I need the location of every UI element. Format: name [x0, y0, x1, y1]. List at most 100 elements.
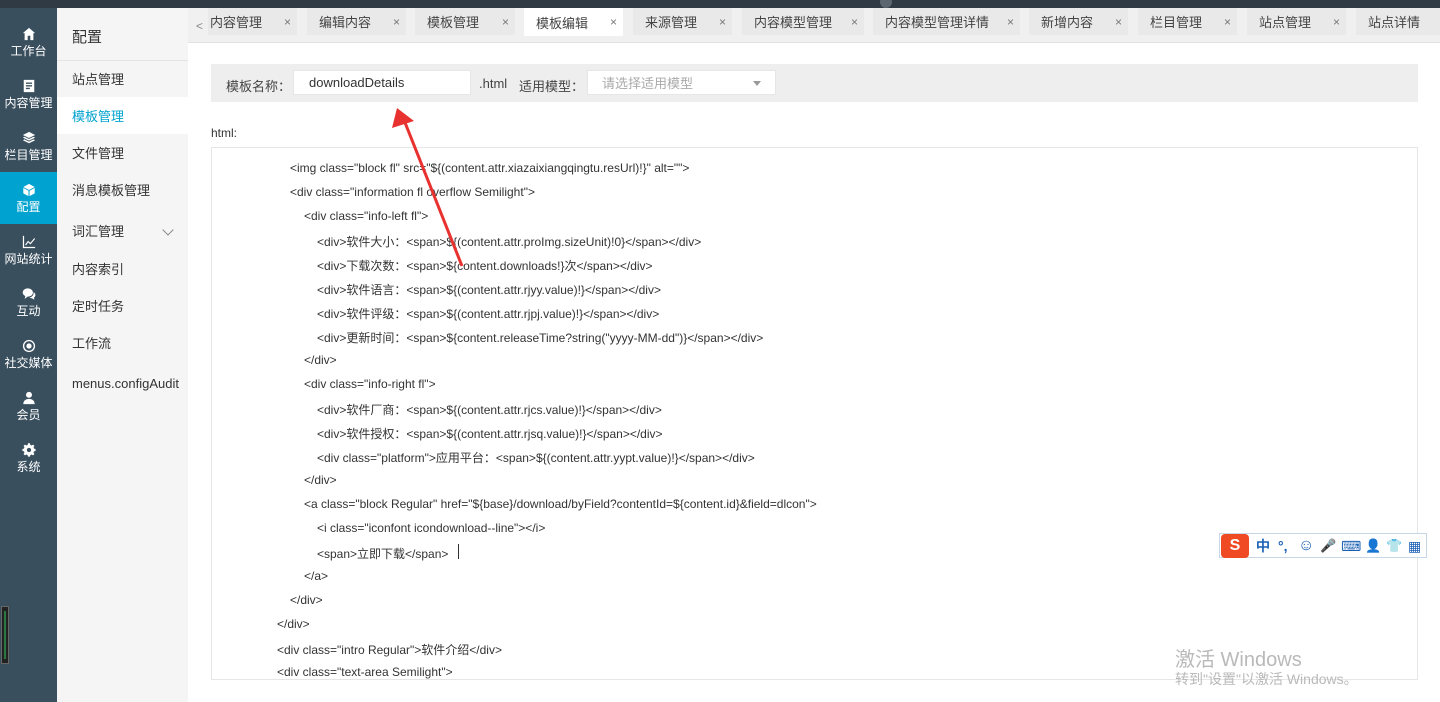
code-line: <div class="info-right fl">	[304, 377, 436, 391]
text-cursor	[458, 544, 459, 559]
template-name-input[interactable]	[293, 70, 471, 95]
ime-skin-icon[interactable]: 👕	[1386, 538, 1402, 554]
ime-toolbar: S 中 °, ☺ 🎤 ⌨ 👤 👕 ▦	[1219, 533, 1427, 558]
rail-item-label: 配置	[16, 199, 41, 214]
tab-close-icon[interactable]: ×	[1333, 15, 1340, 29]
submenu-item-config-audit[interactable]: menus.configAudit	[57, 365, 188, 402]
rail-resize-handle[interactable]	[1, 606, 9, 664]
submenu-item-template-management[interactable]: 模板管理	[57, 97, 188, 134]
rail-item-member[interactable]: 会员	[0, 380, 57, 432]
tab-label: 内容模型管理	[754, 15, 833, 30]
tab-edit-content[interactable]: 编辑内容 ×	[307, 8, 406, 35]
top-bar-dot	[880, 0, 892, 8]
cube-icon	[22, 183, 35, 196]
tab-label: 模板管理	[427, 15, 480, 30]
rail-item-label: 互动	[16, 303, 41, 318]
annotation-arrow-head	[392, 108, 414, 128]
chevron-down-icon	[162, 224, 174, 236]
tab-label: 站点详情	[1368, 15, 1421, 30]
rail-item-label: 社交媒体	[4, 355, 53, 370]
rail-item-stats[interactable]: 网站统计	[0, 224, 57, 276]
rail-item-label: 会员	[16, 407, 41, 422]
tab-template-edit[interactable]: 模板编辑 ×	[524, 8, 623, 36]
document-icon	[23, 79, 34, 92]
tab-new-content[interactable]: 新增内容 ×	[1029, 8, 1128, 35]
tab-close-icon[interactable]: ×	[393, 15, 400, 29]
config-submenu: 配置 站点管理 模板管理 文件管理 消息模板管理 词汇管理 内容索引 定时任务 …	[57, 8, 188, 702]
submenu-item-message-template[interactable]: 消息模板管理	[57, 171, 188, 208]
tab-close-icon[interactable]: ×	[719, 15, 726, 29]
activation-watermark-subtitle: 转到"设置"以激活 Windows。	[1175, 671, 1358, 687]
ime-voice-icon[interactable]: 🎤	[1320, 538, 1336, 554]
code-line: <img class="block fl" src="${(content.at…	[290, 161, 690, 175]
submenu-item-scheduled-tasks[interactable]: 定时任务	[57, 287, 188, 324]
submenu-item-workflow[interactable]: 工作流	[57, 324, 188, 361]
code-line: <div class="info-left fl">	[304, 209, 429, 223]
tab-close-icon[interactable]: ×	[1007, 15, 1014, 29]
code-line: </div>	[304, 473, 337, 487]
tab-label: 来源管理	[645, 15, 698, 30]
rail-item-config[interactable]: 配置	[0, 172, 57, 224]
submenu-item-file-management[interactable]: 文件管理	[57, 134, 188, 171]
rail-item-interaction[interactable]: 互动	[0, 276, 57, 328]
submenu-item-site-management[interactable]: 站点管理	[57, 60, 188, 97]
sogou-logo-icon[interactable]: S	[1221, 534, 1249, 558]
code-line: <div>软件评级：<span>${(content.attr.rjpj.val…	[317, 307, 660, 321]
tab-close-icon[interactable]: ×	[1224, 15, 1231, 29]
code-line: </div>	[277, 617, 310, 631]
tab-scroll-left-button[interactable]: <	[196, 20, 204, 32]
ime-user-icon[interactable]: 👤	[1365, 538, 1381, 554]
ime-chinese-mode-button[interactable]: 中	[1256, 538, 1270, 554]
tab-close-icon[interactable]: ×	[851, 15, 858, 29]
tab-label: 新增内容	[1041, 15, 1094, 30]
rail-item-label: 网站统计	[4, 251, 53, 266]
code-line: </a>	[304, 569, 329, 583]
tab-close-icon[interactable]: ×	[1115, 15, 1122, 29]
tab-close-icon[interactable]: ×	[610, 15, 617, 29]
tab-source-management[interactable]: 来源管理 ×	[633, 8, 732, 35]
top-bar	[0, 0, 1440, 8]
tab-template-management[interactable]: 模板管理 ×	[415, 8, 515, 35]
tab-label: 内容管理	[210, 15, 263, 30]
code-line: </div>	[304, 353, 337, 367]
code-line: <div class="platform">应用平台：<span>${(cont…	[317, 451, 755, 465]
gear-icon	[21, 442, 36, 457]
ime-emoji-icon[interactable]: ☺	[1298, 538, 1314, 554]
ime-keyboard-icon[interactable]: ⌨	[1341, 538, 1361, 554]
html-label: html:	[211, 126, 238, 140]
code-line: <div class="information fl overflow Semi…	[290, 185, 535, 199]
chat-icon	[22, 287, 35, 300]
submenu-item-vocabulary[interactable]: 词汇管理	[57, 212, 188, 249]
tab-content-model-detail[interactable]: 内容模型管理详情 ×	[873, 8, 1020, 35]
applicable-model-select[interactable]: 请选择适用模型	[587, 70, 776, 95]
tab-label: 编辑内容	[319, 15, 372, 30]
code-line: <div class="intro Regular">软件介绍</div>	[277, 643, 502, 657]
code-line: <div>软件语言：<span>${(content.attr.rjyy.val…	[317, 283, 661, 297]
submenu-item-label: 工作流	[72, 336, 112, 351]
submenu-item-content-index[interactable]: 内容索引	[57, 250, 188, 287]
submenu-item-label: 消息模板管理	[72, 183, 151, 198]
code-line: <div class="text-area Semilight">	[277, 665, 453, 679]
tab-column-management[interactable]: 栏目管理 ×	[1138, 8, 1237, 35]
ime-toolbox-icon[interactable]: ▦	[1408, 538, 1421, 554]
rail-item-label: 栏目管理	[4, 147, 53, 162]
tab-close-icon[interactable]: ×	[284, 15, 291, 29]
submenu-item-label: 站点管理	[72, 72, 125, 87]
user-icon	[22, 391, 35, 404]
activation-watermark-title: 激活 Windows	[1175, 649, 1302, 671]
tab-close-icon[interactable]: ×	[502, 15, 509, 29]
main-nav-rail: 工作台 内容管理 栏目管理 配置 网站统计 互动 社交媒体 会员 系统	[0, 8, 57, 702]
layers-icon	[22, 131, 35, 143]
rail-item-columns[interactable]: 栏目管理	[0, 120, 57, 172]
tab-site-detail[interactable]: 站点详情	[1356, 8, 1440, 35]
code-line: <div>软件厂商：<span>${(content.attr.rjcs.val…	[317, 403, 662, 417]
tab-site-management[interactable]: 站点管理 ×	[1247, 8, 1346, 35]
rail-item-content[interactable]: 内容管理	[0, 68, 57, 120]
ime-punctuation-button[interactable]: °,	[1278, 538, 1288, 554]
rail-item-workbench[interactable]: 工作台	[0, 16, 57, 68]
home-icon	[22, 27, 35, 40]
rail-item-system[interactable]: 系统	[0, 432, 57, 484]
rail-item-social[interactable]: 社交媒体	[0, 328, 57, 380]
tab-content-model-management[interactable]: 内容模型管理 ×	[742, 8, 864, 35]
tab-content-management[interactable]: 内容管理 ×	[208, 8, 297, 35]
